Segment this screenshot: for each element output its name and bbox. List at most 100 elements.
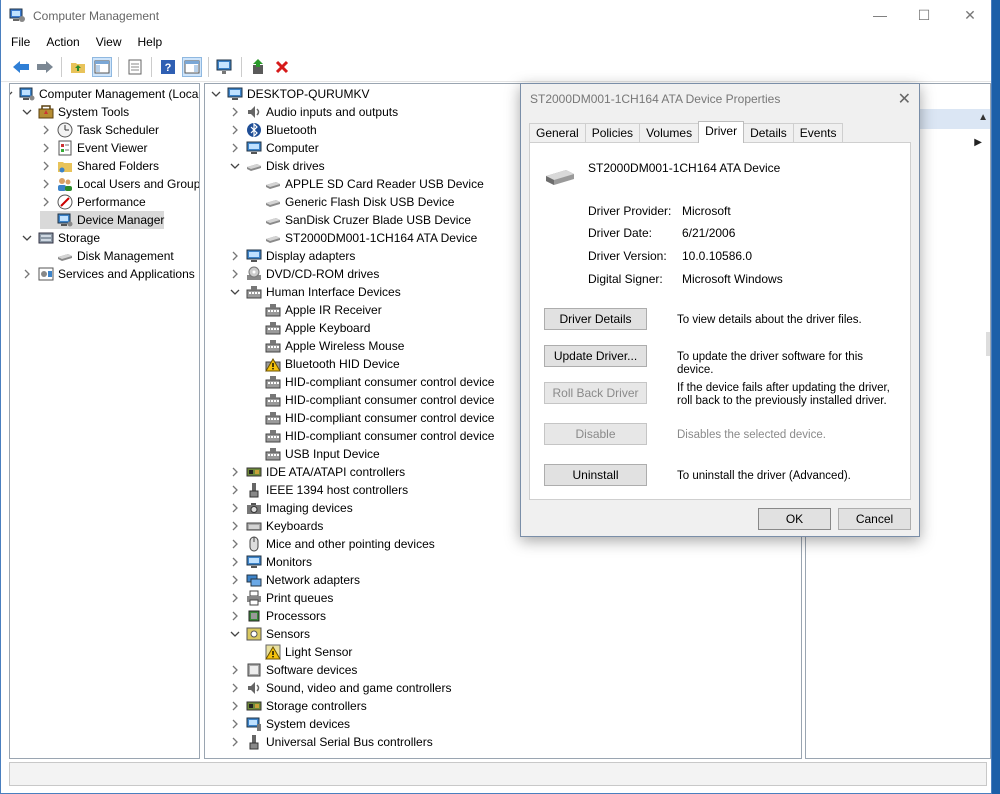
more-actions-arrow-icon[interactable]: ▶ [974,137,982,148]
collapsed-chevron-icon[interactable] [229,556,241,568]
uninstall-button[interactable]: Uninstall [544,464,647,486]
menu-action[interactable]: Action [46,35,79,49]
expanded-chevron-icon[interactable] [21,106,33,118]
console-tree-item[interactable]: Services and Applications [21,265,195,283]
device-tree-item[interactable]: IEEE 1394 host controllers [229,481,408,499]
device-tree-item[interactable]: ST2000DM001-1CH164 ATA Device [248,229,477,247]
device-tree-item[interactable]: Sensors [229,625,310,643]
ok-button[interactable]: OK [758,508,831,530]
device-tree-item[interactable]: Apple IR Receiver [248,301,382,319]
tab-volumes[interactable]: Volumes [639,123,700,143]
device-tree-item[interactable]: Storage controllers [229,697,367,715]
roll-back-driver-button[interactable]: Roll Back Driver [544,382,647,404]
tab-details[interactable]: Details [743,123,794,143]
console-tree-item[interactable]: Local Users and Groups [40,175,199,193]
update-driver-button[interactable]: Update Driver... [544,345,647,367]
actions-header[interactable]: ▲ [916,109,990,129]
device-tree-item[interactable]: System devices [229,715,350,733]
device-tree-item[interactable]: HID-compliant consumer control device [248,427,494,445]
device-tree-item[interactable]: DVD/CD-ROM drives [229,265,379,283]
collapsed-chevron-icon[interactable] [229,700,241,712]
collapsed-chevron-icon[interactable] [229,268,241,280]
device-tree-root[interactable]: DESKTOP-QURUMKV [210,85,369,103]
device-tree-item[interactable]: Print queues [229,589,333,607]
device-tree-item[interactable]: Mice and other pointing devices [229,535,435,553]
show-hide-console-tree-icon[interactable] [92,56,112,77]
collapsed-chevron-icon[interactable] [229,718,241,730]
console-tree-item[interactable]: Device Manager [40,211,165,229]
device-tree-item[interactable]: APPLE SD Card Reader USB Device [248,175,484,193]
maximize-button[interactable]: ☐ [901,0,947,30]
export-list-icon[interactable] [125,57,145,77]
collapsed-chevron-icon[interactable] [229,736,241,748]
expand-chevron-icon[interactable] [210,88,222,100]
collapsed-chevron-icon[interactable] [40,196,52,208]
device-tree-item[interactable]: Monitors [229,553,312,571]
device-tree-item[interactable]: Network adapters [229,571,360,589]
device-tree-item[interactable]: Disk drives [229,157,325,175]
expanded-chevron-icon[interactable] [229,286,241,298]
console-tree-item[interactable]: Storage [21,229,100,247]
collapsed-chevron-icon[interactable] [229,592,241,604]
device-tree-item[interactable]: HID-compliant consumer control device [248,409,494,427]
device-tree-item[interactable]: IDE ATA/ATAPI controllers [229,463,405,481]
expanded-chevron-icon[interactable] [21,232,33,244]
tab-policies[interactable]: Policies [584,123,641,143]
device-tree-item[interactable]: Generic Flash Disk USB Device [248,193,454,211]
console-tree-item[interactable]: Disk Management [40,247,174,265]
update-driver-icon[interactable] [248,57,268,77]
device-tree-item[interactable]: Keyboards [229,517,323,535]
device-tree-item[interactable]: Software devices [229,661,357,679]
console-tree-item[interactable]: Performance [40,193,146,211]
collapsed-chevron-icon[interactable] [229,124,241,136]
collapsed-chevron-icon[interactable] [229,250,241,262]
device-tree-item[interactable]: Universal Serial Bus controllers [229,733,433,751]
menu-help[interactable]: Help [138,35,163,49]
collapsed-chevron-icon[interactable] [229,502,241,514]
device-tree-item[interactable]: HID-compliant consumer control device [248,373,494,391]
collapsed-chevron-icon[interactable] [40,142,52,154]
collapse-up-icon[interactable]: ▲ [978,112,988,123]
collapsed-chevron-icon[interactable] [229,106,241,118]
device-tree-item[interactable]: Display adapters [229,247,355,265]
close-button[interactable]: ✕ [947,0,993,30]
collapsed-chevron-icon[interactable] [229,682,241,694]
menu-view[interactable]: View [96,35,122,49]
device-tree-item[interactable]: Audio inputs and outputs [229,103,398,121]
device-tree-item[interactable]: Apple Wireless Mouse [248,337,404,355]
tab-driver[interactable]: Driver [698,121,745,143]
help-icon[interactable]: ? [158,57,178,77]
device-tree-item[interactable]: Light Sensor [248,643,352,661]
device-tree-item[interactable]: Bluetooth [229,121,317,139]
console-tree-item[interactable]: Shared Folders [40,157,159,175]
device-tree-item[interactable]: Apple Keyboard [248,319,370,337]
collapsed-chevron-icon[interactable] [229,466,241,478]
device-tree-item[interactable]: Bluetooth HID Device [248,355,400,373]
collapsed-chevron-icon[interactable] [40,178,52,190]
collapsed-chevron-icon[interactable] [229,538,241,550]
console-tree-item[interactable]: Event Viewer [40,139,147,157]
collapsed-chevron-icon[interactable] [40,124,52,136]
forward-arrow-icon[interactable] [35,57,55,77]
back-arrow-icon[interactable] [11,57,31,77]
cancel-button[interactable]: Cancel [838,508,911,530]
expanded-chevron-icon[interactable] [229,628,241,640]
driver-details-button[interactable]: Driver Details [544,308,647,330]
show-action-pane-icon[interactable] [182,56,202,77]
collapsed-chevron-icon[interactable] [40,160,52,172]
expanded-chevron-icon[interactable] [229,160,241,172]
up-folder-icon[interactable] [68,57,88,77]
device-tree-item[interactable]: Sound, video and game controllers [229,679,451,697]
device-tree-item[interactable]: SanDisk Cruzer Blade USB Device [248,211,471,229]
collapsed-chevron-icon[interactable] [229,610,241,622]
collapsed-chevron-icon[interactable] [229,574,241,586]
console-tree-root[interactable]: Computer Management (Local [10,85,199,103]
disable-device-button[interactable]: Disable [544,423,647,445]
device-tree-item[interactable]: HID-compliant consumer control device [248,391,494,409]
minimize-button[interactable]: — [857,0,903,30]
menu-file[interactable]: File [11,35,30,49]
console-tree-item[interactable]: System Tools [21,103,129,121]
console-tree-item[interactable]: Task Scheduler [40,121,159,139]
dialog-close-icon[interactable]: ✕ [898,89,911,109]
collapsed-chevron-icon[interactable] [229,664,241,676]
